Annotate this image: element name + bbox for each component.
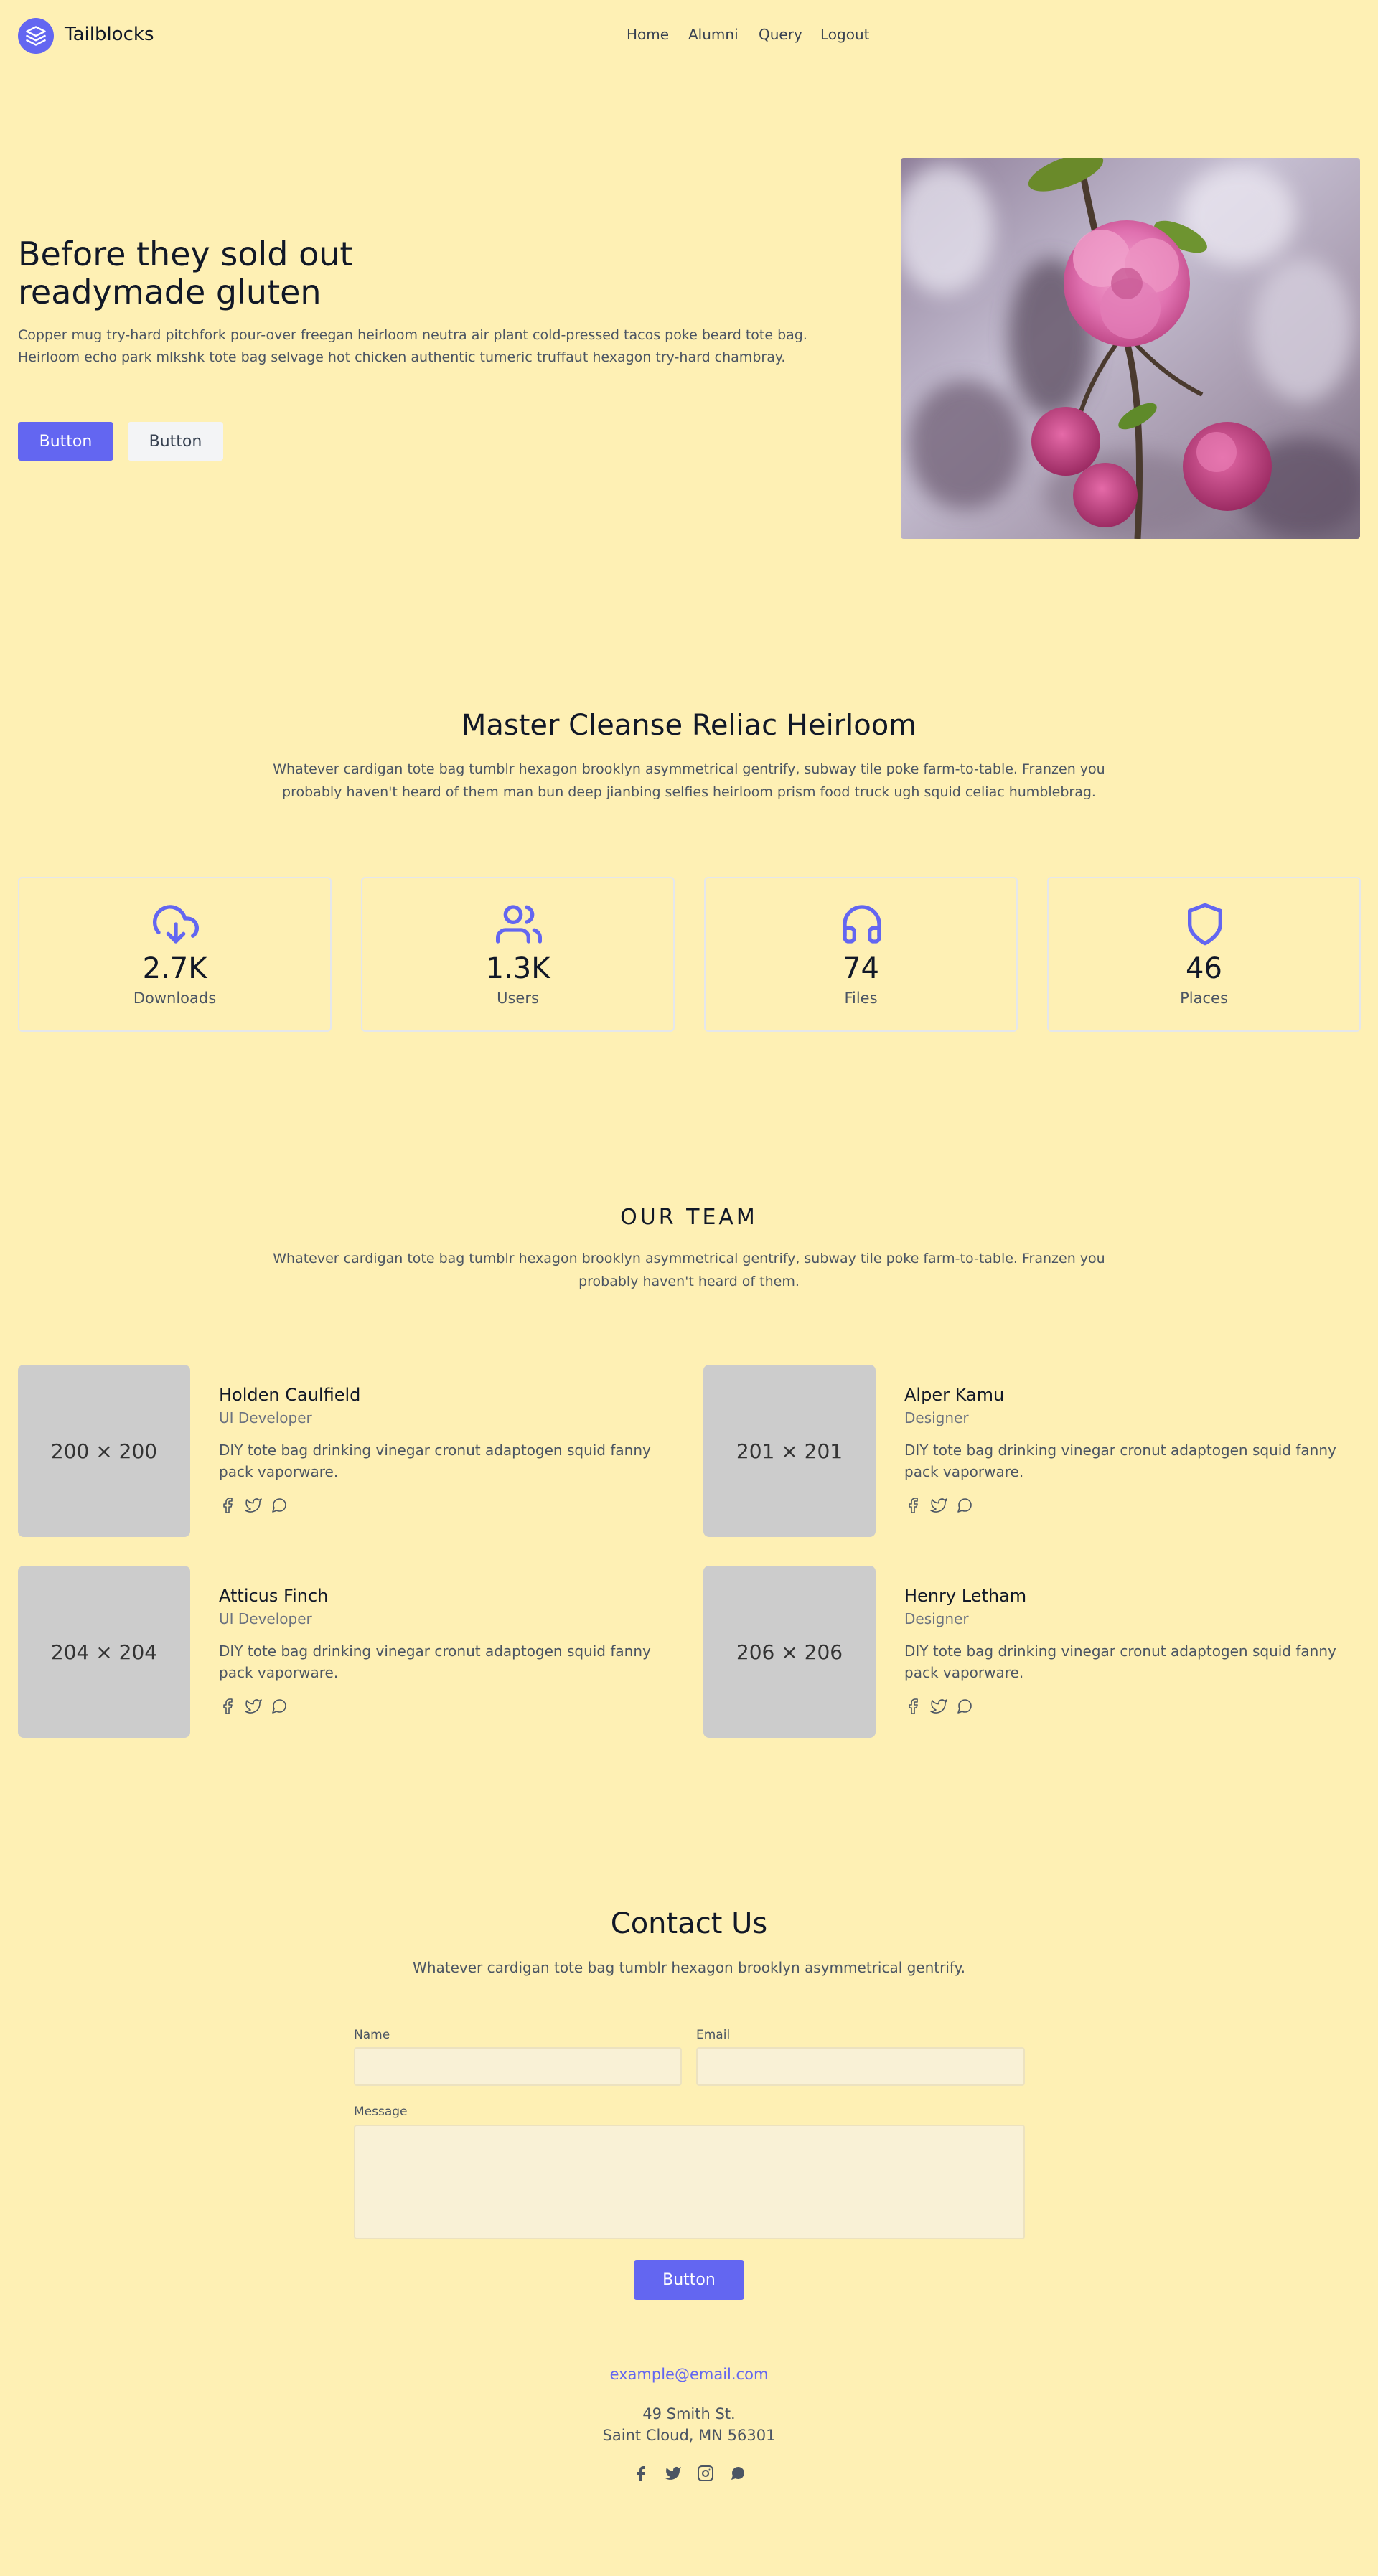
member-name: Alper Kamu [904, 1385, 1005, 1405]
facebook-icon[interactable] [904, 1497, 922, 1514]
stat-label: Users [497, 989, 539, 1007]
stats-title: Master Cleanse Reliac Heirloom [461, 709, 917, 742]
member-bio: DIY tote bag drinking vinegar cronut ada… [904, 1642, 1336, 1681]
name-input[interactable] [354, 2047, 682, 2086]
email-input[interactable] [696, 2047, 1025, 2086]
chat-icon[interactable] [956, 1698, 973, 1715]
member-social-links [904, 1698, 973, 1715]
facebook-icon[interactable] [904, 1698, 922, 1715]
chat-icon[interactable] [729, 2465, 746, 2482]
message-label: Message [354, 2105, 408, 2119]
stat-value: 2.7K [142, 952, 207, 985]
twitter-icon[interactable] [665, 2465, 682, 2482]
member-avatar: 206 × 206 [703, 1566, 876, 1738]
facebook-icon[interactable] [632, 2465, 650, 2482]
contact-submit-button[interactable]: Button [634, 2260, 744, 2300]
member-name: Holden Caulfield [219, 1385, 361, 1405]
stat-card-downloads: 2.7K Downloads [18, 877, 332, 1032]
email-label: Email [696, 2028, 731, 2042]
instagram-icon[interactable] [697, 2465, 714, 2482]
hero-secondary-button[interactable]: Button [128, 422, 223, 461]
twitter-icon[interactable] [245, 1698, 262, 1715]
member-bio: DIY tote bag drinking vinegar cronut ada… [904, 1442, 1336, 1480]
stat-value: 74 [843, 952, 879, 985]
brand-name[interactable]: Tailblocks [65, 24, 154, 45]
member-social-links [219, 1698, 288, 1715]
stat-label: Places [1180, 989, 1228, 1007]
member-avatar: 200 × 200 [18, 1365, 190, 1537]
member-avatar: 204 × 204 [18, 1566, 190, 1738]
nav-home-link[interactable]: Home [627, 26, 669, 43]
stat-card-users: 1.3K Users [361, 877, 675, 1032]
footer-social-links [632, 2465, 746, 2482]
member-bio: DIY tote bag drinking vinegar cronut ada… [219, 1442, 651, 1480]
nav-query-link[interactable]: Query [759, 26, 802, 43]
team-description: Whatever cardigan tote bag tumblr hexago… [273, 1251, 1105, 1289]
chat-icon[interactable] [956, 1497, 973, 1514]
member-role: Designer [904, 1610, 969, 1627]
member-role: Designer [904, 1409, 969, 1426]
contact-title: Contact Us [610, 1907, 768, 1940]
contact-description: Whatever cardigan tote bag tumblr hexago… [413, 1959, 965, 1976]
member-role: UI Developer [219, 1610, 312, 1627]
stat-label: Downloads [133, 989, 217, 1007]
name-label: Name [354, 2028, 390, 2042]
team-title: OUR TEAM [620, 1205, 758, 1230]
hero-title-line1: Before they sold out [18, 235, 353, 273]
twitter-icon[interactable] [245, 1497, 262, 1514]
hero-text: Copper mug try-hard pitchfork pour-over … [18, 327, 807, 365]
address-line2: Saint Cloud, MN 56301 [602, 2427, 776, 2444]
member-name: Atticus Finch [219, 1586, 329, 1606]
nav-logout-link[interactable]: Logout [820, 26, 869, 43]
stat-label: Files [844, 989, 878, 1007]
shield-icon [1188, 903, 1222, 946]
member-name: Henry Letham [904, 1586, 1027, 1606]
stat-card-files: 74 Files [704, 877, 1018, 1032]
member-role: UI Developer [219, 1409, 312, 1426]
contact-email-link[interactable]: example@email.com [0, 2366, 1378, 2383]
headphones-icon [843, 905, 881, 944]
logo-icon[interactable] [18, 18, 54, 54]
hero-image [901, 158, 1360, 539]
address-line1: 49 Smith St. [642, 2405, 736, 2422]
users-icon [496, 905, 542, 944]
hero-title: Before they sold out readymade gluten [18, 235, 463, 311]
member-social-links [219, 1497, 288, 1514]
facebook-icon[interactable] [219, 1698, 236, 1715]
member-social-links [904, 1497, 973, 1514]
hero-title-line2: readymade gluten [18, 273, 322, 311]
stat-card-places: 46 Places [1047, 877, 1361, 1032]
hero-primary-button[interactable]: Button [18, 422, 113, 461]
chat-icon[interactable] [271, 1497, 288, 1514]
message-textarea[interactable] [354, 2125, 1025, 2239]
stat-value: 46 [1186, 952, 1222, 985]
twitter-icon[interactable] [930, 1497, 947, 1514]
member-avatar: 201 × 201 [703, 1365, 876, 1537]
nav-alumni-link[interactable]: Alumni [688, 26, 739, 43]
member-bio: DIY tote bag drinking vinegar cronut ada… [219, 1642, 651, 1681]
twitter-icon[interactable] [930, 1698, 947, 1715]
chat-icon[interactable] [271, 1698, 288, 1715]
facebook-icon[interactable] [219, 1497, 236, 1514]
download-cloud-icon [153, 905, 199, 944]
stat-value: 1.3K [485, 952, 550, 985]
stats-description: Whatever cardigan tote bag tumblr hexago… [273, 761, 1105, 800]
